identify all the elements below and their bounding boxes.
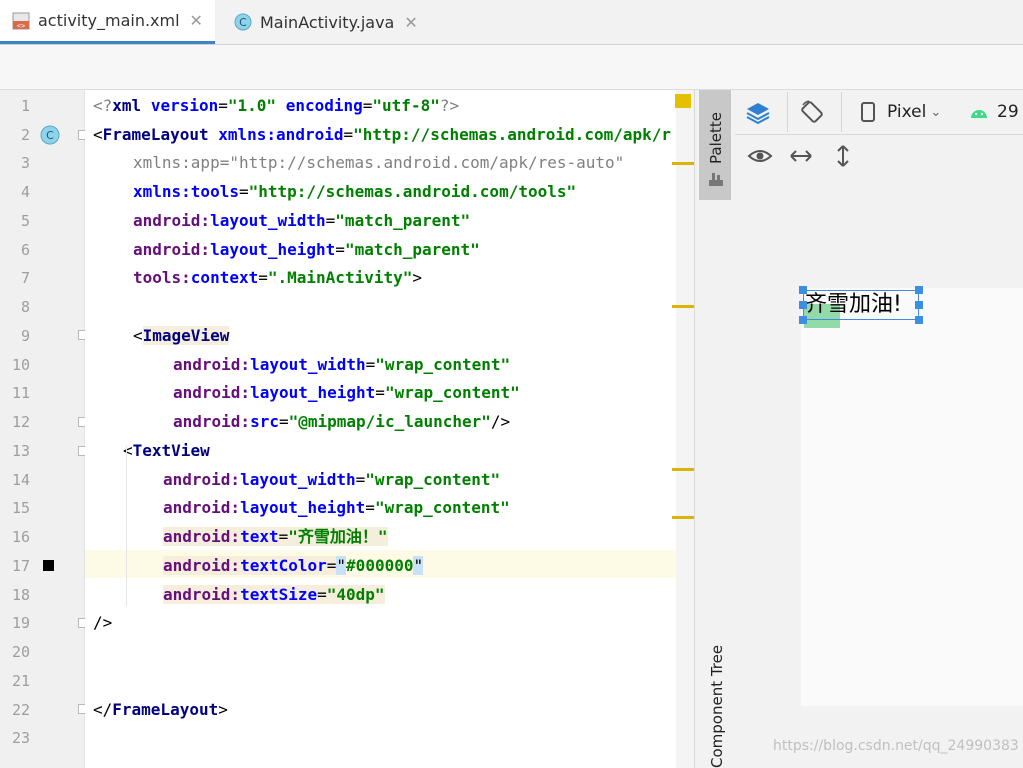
toolbar-divider (787, 92, 788, 132)
xml-file-icon: <> (12, 12, 30, 30)
tab-activity-main-xml[interactable]: <> activity_main.xml ✕ (0, 0, 215, 44)
line-number: 17 (11, 557, 30, 575)
android-icon (971, 110, 987, 118)
line-number: 10 (11, 356, 30, 374)
warning-stripe[interactable] (672, 516, 694, 519)
java-class-icon: C (234, 13, 252, 31)
horizontal-resize-icon[interactable] (789, 148, 813, 168)
tab-mainactivity-java[interactable]: C MainActivity.java ✕ (222, 0, 432, 44)
line-number: 6 (20, 241, 30, 259)
close-tab-icon[interactable]: ✕ (404, 13, 417, 32)
warning-stripe[interactable] (672, 162, 694, 165)
code-line: xmlns:tools="http://schemas.android.com/… (133, 182, 577, 201)
resize-handle[interactable] (799, 301, 807, 309)
code-line: android:textColor="#000000" (163, 556, 424, 575)
line-number: 22 (11, 701, 30, 719)
line-number: 20 (11, 643, 30, 661)
chevron-down-icon: ⌄ (930, 104, 942, 120)
code-line: android:layout_width="wrap_content" (173, 355, 511, 374)
line-number: 3 (20, 154, 30, 172)
editor-toolbar (0, 45, 1023, 90)
line-number: 9 (20, 327, 30, 345)
palette-label: Palette (707, 112, 725, 164)
orientation-icon[interactable] (799, 99, 825, 129)
line-number-gutter: 1 2 3 4 5 6 7 8 9 10 11 12 13 14 15 16 1… (0, 90, 88, 768)
tab-label: MainActivity.java (260, 12, 395, 32)
svg-text:C: C (239, 16, 247, 29)
line-number: 11 (11, 384, 30, 402)
editor-scrollbar[interactable] (676, 90, 694, 768)
layout-design-pane: Pixel ⌄ 29 齐雪加油! (735, 90, 1023, 768)
code-line: <TextView (123, 441, 210, 460)
line-number: 7 (20, 269, 30, 287)
device-label: Pixel (887, 102, 927, 122)
resize-handle[interactable] (799, 316, 807, 324)
resize-handle[interactable] (799, 286, 807, 294)
line-number: 2 (20, 126, 30, 144)
warning-stripe[interactable] (672, 305, 694, 308)
svg-text:C: C (46, 129, 54, 142)
warning-stripe[interactable] (672, 468, 694, 471)
design-toolbar-secondary (735, 134, 1023, 178)
palette-tab[interactable]: Palette (699, 90, 731, 200)
line-number: 5 (20, 212, 30, 230)
indent-guide (126, 446, 127, 606)
eye-icon[interactable] (747, 146, 773, 170)
line-number: 4 (20, 183, 30, 201)
inspection-status-icon[interactable] (675, 94, 691, 108)
code-line: android:src="@mipmap/ic_launcher"/> (173, 412, 511, 431)
line-number: 23 (11, 729, 30, 747)
code-line: android:layout_width="match_parent" (133, 211, 471, 230)
device-selector[interactable]: Pixel ⌄ (861, 102, 941, 122)
line-number: 1 (20, 97, 30, 115)
code-line: <ImageView (133, 326, 230, 345)
code-line: android:layout_height="match_parent" (133, 240, 480, 259)
device-preview-canvas[interactable] (801, 288, 1023, 706)
tab-label: activity_main.xml (38, 11, 180, 30)
line-number: 21 (11, 672, 30, 690)
watermark-text: https://blog.csdn.net/qq_24990383 (773, 738, 1019, 754)
code-line: <FrameLayout xmlns:android="http://schem… (93, 125, 672, 144)
resize-handle[interactable] (915, 286, 923, 294)
resize-handle[interactable] (915, 301, 923, 309)
resize-handle[interactable] (915, 316, 923, 324)
code-line: tools:context=".MainActivity"> (133, 268, 423, 287)
code-line: <?xml version="1.0" encoding="utf-8"?> (93, 96, 460, 115)
code-line: android:text="齐雪加油！" (163, 527, 388, 546)
code-line: </FrameLayout> (93, 700, 228, 719)
line-number: 15 (11, 499, 30, 517)
line-number: 12 (11, 413, 30, 431)
selection-box (803, 290, 919, 320)
design-side-panel: Palette Component Tree (694, 90, 736, 768)
code-line: xmlns:app="http://schemas.android.com/ap… (133, 153, 625, 172)
code-line: android:layout_width="wrap_content" (163, 470, 501, 489)
code-line: android:layout_height="wrap_content" (163, 498, 510, 517)
line-number: 14 (11, 471, 30, 489)
close-tab-icon[interactable]: ✕ (190, 11, 203, 30)
phone-icon (861, 102, 875, 122)
api-level-label: 29 (997, 102, 1019, 122)
design-surface-icon[interactable] (745, 100, 771, 130)
editor-tab-bar: <> activity_main.xml ✕ C MainActivity.ja… (0, 0, 1023, 45)
line-number: 16 (11, 528, 30, 546)
design-toolbar: Pixel ⌄ 29 (735, 90, 1023, 135)
line-number: 18 (11, 586, 30, 604)
line-number: 8 (20, 298, 30, 316)
line-number: 19 (11, 614, 30, 632)
class-reference-icon[interactable]: C (40, 125, 60, 149)
code-editor[interactable]: <?xml version="1.0" encoding="utf-8"?> <… (85, 90, 693, 768)
code-line: /> (93, 613, 113, 632)
code-line: android:textSize="40dp" (163, 585, 385, 604)
svg-text:<>: <> (17, 22, 25, 30)
toolbar-divider (841, 92, 842, 132)
line-number: 13 (11, 442, 30, 460)
code-line: android:layout_height="wrap_content" (173, 383, 520, 402)
api-level-selector[interactable]: 29 (969, 102, 1019, 122)
breakpoint-marker[interactable] (43, 560, 54, 571)
vertical-resize-icon[interactable] (835, 144, 851, 172)
component-tree-tab[interactable]: Component Tree (708, 645, 726, 768)
palette-icon (707, 170, 725, 192)
